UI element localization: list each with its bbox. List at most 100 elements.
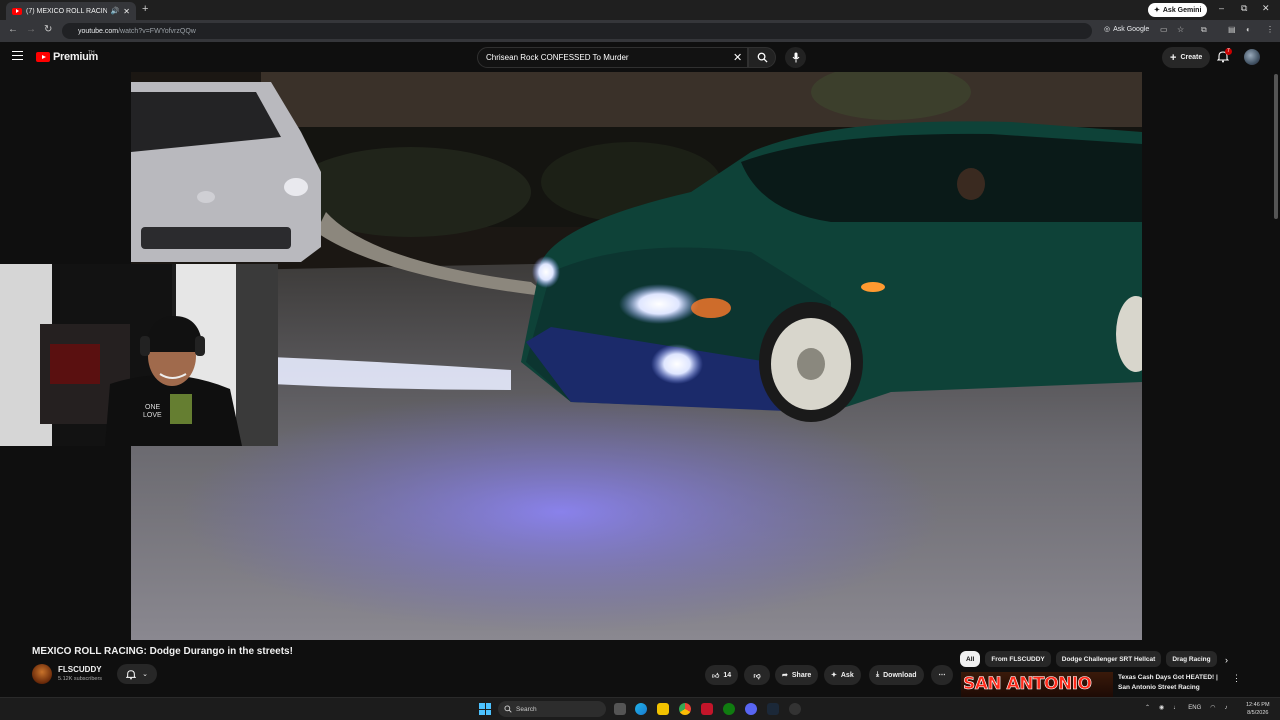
- svg-text:ONE: ONE: [145, 404, 161, 411]
- share-label: Share: [791, 671, 812, 679]
- recommendation-thumbnail[interactable]: SAN ANTONIO: [961, 672, 1113, 700]
- minimize-icon[interactable]: –: [1219, 3, 1224, 13]
- youtube-play-icon: [36, 52, 50, 62]
- share-button[interactable]: ➦ Share: [775, 665, 819, 685]
- chip-from-channel[interactable]: From FLSCUDDY: [985, 651, 1051, 667]
- ask-gemini-button[interactable]: ✦ Ask Gemini: [1148, 3, 1208, 17]
- sparkle-icon: ✦: [831, 672, 837, 679]
- address-bar-row: ← → ↻ youtube.com/watch?v=FWYofvrzQQw ◎ …: [0, 20, 1280, 42]
- new-tab-icon[interactable]: +: [142, 3, 148, 15]
- chip-topic[interactable]: Drag Racing: [1166, 651, 1217, 667]
- back-icon[interactable]: ←: [8, 24, 18, 35]
- close-tab-icon[interactable]: ✕: [123, 7, 130, 16]
- url-field[interactable]: youtube.com/watch?v=FWYofvrzQQw: [62, 23, 1092, 39]
- profile-icon[interactable]: ◐: [1246, 25, 1251, 34]
- channel-name[interactable]: FLSCUDDY: [58, 665, 102, 674]
- video-title: MEXICO ROLL RACING: Dodge Durango in the…: [32, 646, 293, 657]
- volume-icon[interactable]: ♪: [1225, 705, 1228, 711]
- like-button[interactable]: 👍︎ 14: [705, 665, 739, 685]
- task-view-icon[interactable]: [614, 703, 626, 715]
- download-icon: ⤓: [876, 671, 880, 678]
- dislike-button[interactable]: 👎︎: [744, 665, 770, 685]
- microphone-icon[interactable]: ♩: [1173, 705, 1179, 711]
- sparkle-icon: ✦: [1154, 7, 1160, 14]
- adobe-icon[interactable]: [701, 703, 713, 715]
- recommendation-chips: All From FLSCUDDY Dodge Challenger SRT H…: [960, 651, 1217, 667]
- player-letterbox: [0, 72, 131, 264]
- search-button[interactable]: [748, 47, 776, 68]
- chevron-up-icon[interactable]: ⌃: [1145, 704, 1150, 711]
- ask-button[interactable]: ✦ Ask: [824, 665, 861, 685]
- account-avatar[interactable]: [1244, 49, 1260, 65]
- microphone-icon: [792, 52, 799, 63]
- download-label: Download: [883, 671, 917, 679]
- chip-all[interactable]: All: [960, 651, 981, 667]
- more-vertical-icon[interactable]: ⋮: [1232, 673, 1241, 684]
- more-actions-button[interactable]: ⋯: [931, 665, 953, 685]
- close-window-icon[interactable]: ✕: [1262, 3, 1270, 14]
- extensions-icon[interactable]: ⧉: [1201, 25, 1207, 35]
- bell-icon: [126, 669, 137, 679]
- cast-icon[interactable]: ▭: [1160, 25, 1168, 34]
- chrome-icon[interactable]: [679, 703, 691, 715]
- maximize-icon[interactable]: ⧉: [1241, 3, 1247, 14]
- thumbs-up-icon: 👍︎: [712, 672, 720, 680]
- video-player[interactable]: [131, 72, 1142, 640]
- tab-title: (7) MEXICO ROLL RACING: Dodge Durango in…: [26, 7, 107, 15]
- taskbar-clock[interactable]: 12:46 PM 8/5/2026: [1246, 701, 1270, 717]
- page-scrollbar-thumb[interactable]: [1274, 74, 1278, 219]
- search-input[interactable]: Chrisean Rock CONFESSED To Murder: [477, 47, 748, 68]
- url-path: /watch?v=FWYofvrzQQw: [118, 27, 196, 35]
- clock-date: 8/5/2026: [1247, 710, 1269, 716]
- voice-search-button[interactable]: [785, 47, 806, 68]
- taskbar-search-placeholder: Search: [516, 705, 537, 713]
- youtube-favicon-icon: [12, 7, 22, 15]
- obs-icon[interactable]: [789, 703, 801, 715]
- subscribed-notifications-button[interactable]: ⌄: [117, 664, 157, 684]
- create-label: Create: [1180, 54, 1203, 61]
- wifi-icon[interactable]: ◠: [1210, 704, 1215, 711]
- video-frame: [131, 72, 1142, 640]
- thumbs-down-icon: 👎︎: [753, 672, 761, 680]
- chevron-right-icon[interactable]: ›: [1225, 655, 1228, 665]
- reload-icon[interactable]: ↻: [44, 24, 52, 35]
- edge-browser-icon[interactable]: [635, 703, 647, 715]
- windows-taskbar: Search ⌃ ◉ ♩ ENG ◠ ♪ 12:46 PM 8/5/2026: [0, 697, 1280, 720]
- file-explorer-icon[interactable]: [657, 703, 669, 715]
- download-button[interactable]: ⤓ Download: [869, 665, 924, 685]
- ask-label: Ask: [840, 671, 854, 679]
- bookmark-star-icon[interactable]: ☆: [1177, 25, 1184, 34]
- webcam-overlay: ONE LOVE: [0, 264, 278, 446]
- clock-time: 12:46 PM: [1246, 702, 1270, 708]
- search-input-value: Chrisean Rock CONFESSED To Murder: [486, 53, 629, 62]
- browser-tab[interactable]: (7) MEXICO ROLL RACING: Dodge Durango in…: [6, 2, 136, 20]
- chevron-down-icon: ⌄: [142, 671, 148, 678]
- forward-icon[interactable]: →: [26, 24, 36, 35]
- search-icon: [757, 52, 768, 63]
- ask-gemini-label: Ask Gemini: [1162, 6, 1202, 14]
- speaker-icon[interactable]: 🔊: [111, 7, 120, 15]
- plus-icon: +: [1170, 51, 1177, 64]
- more-menu-icon[interactable]: ⋮: [1266, 25, 1274, 34]
- xbox-icon[interactable]: [723, 703, 735, 715]
- url-host: youtube.com: [78, 27, 119, 35]
- like-count: 14: [723, 671, 732, 679]
- channel-avatar[interactable]: [32, 664, 52, 684]
- language-indicator[interactable]: ENG: [1188, 705, 1201, 711]
- tab-search-icon[interactable]: ▤: [1228, 25, 1236, 34]
- create-button[interactable]: + Create: [1162, 47, 1211, 68]
- network-icon[interactable]: ◉: [1159, 704, 1164, 711]
- windows-start-icon[interactable]: [479, 703, 491, 715]
- google-lens-icon: ◎: [1104, 26, 1111, 33]
- svg-text:LOVE: LOVE: [143, 412, 162, 419]
- youtube-header: Premium TH Chrisean Rock CONFESSED To Mu…: [0, 42, 1280, 72]
- notification-badge: 7: [1225, 48, 1232, 55]
- clear-search-icon[interactable]: ✕: [733, 51, 742, 64]
- steam-icon[interactable]: [767, 703, 779, 715]
- taskbar-search-input[interactable]: Search: [498, 701, 606, 717]
- ask-google-button[interactable]: ◎ Ask Google: [1104, 25, 1149, 34]
- discord-icon[interactable]: [745, 703, 757, 715]
- hamburger-menu-icon[interactable]: [12, 51, 23, 60]
- chip-topic[interactable]: Dodge Challenger SRT Hellcat: [1055, 651, 1162, 667]
- recommendation-title[interactable]: Texas Cash Days Got HEATED! | San Antoni…: [1118, 673, 1222, 693]
